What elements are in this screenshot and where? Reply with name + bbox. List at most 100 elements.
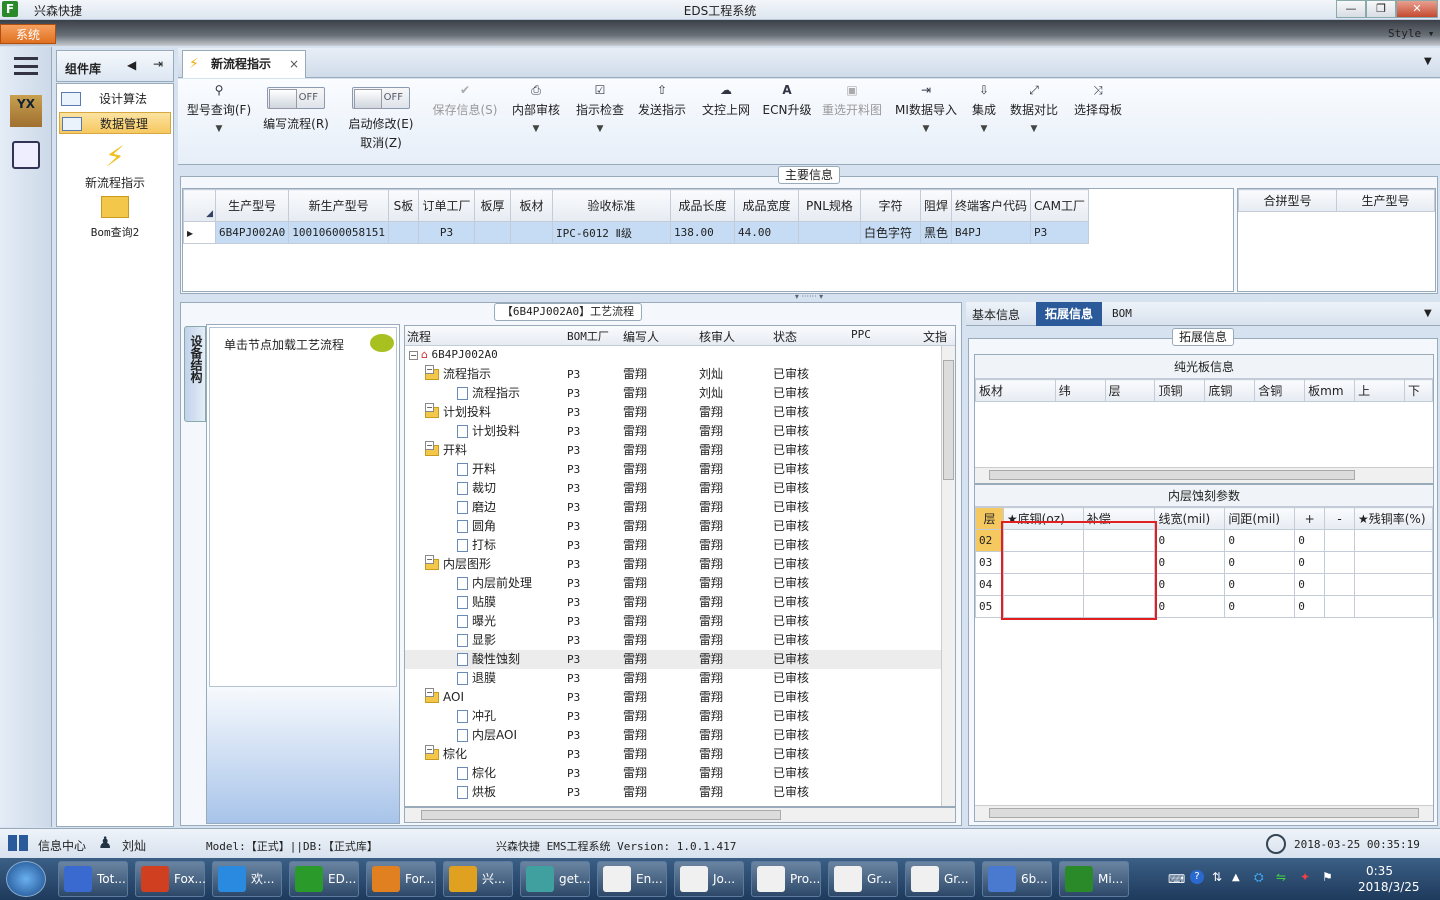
cell-reviewer[interactable]: 雷翔 bbox=[699, 441, 723, 460]
doc-control-online-button[interactable]: ☁ 文控上网 bbox=[700, 83, 752, 118]
layer-cell[interactable]: 02 bbox=[975, 529, 1004, 552]
cell-writer[interactable]: 雷翔 bbox=[623, 536, 647, 555]
cell-writer[interactable]: 雷翔 bbox=[623, 764, 647, 783]
taskbar-item[interactable]: Mi... bbox=[1059, 861, 1129, 897]
cell-bom[interactable]: P3 bbox=[567, 574, 580, 593]
cell-bom[interactable]: P3 bbox=[567, 650, 580, 669]
taskbar-item[interactable]: 欢... bbox=[212, 861, 282, 897]
tree-row[interactable]: 内层前处理 P3 雷翔 雷翔 已审核 bbox=[405, 574, 945, 593]
cell[interactable]: 0 bbox=[1224, 529, 1296, 552]
column-header[interactable]: 文指 bbox=[923, 328, 947, 345]
cell-reviewer[interactable]: 刘灿 bbox=[699, 384, 723, 403]
table-row[interactable]: ▸ 6B4PJ002A0 10010600058151 P3 IPC-6012 … bbox=[183, 221, 1089, 244]
tree-row[interactable]: − 棕化 P3 雷翔 雷翔 已审核 bbox=[405, 745, 945, 764]
tree-node[interactable]: 圆角 bbox=[443, 517, 496, 536]
tree-node[interactable]: 内层AOI bbox=[443, 726, 517, 745]
tree-node[interactable]: 裁切 bbox=[443, 479, 496, 498]
dropdown-arrow-icon[interactable]: ▼ bbox=[892, 124, 960, 134]
cell-reviewer[interactable]: 雷翔 bbox=[699, 460, 723, 479]
mi-data-import-button[interactable]: ⇥ MI数据导入 ▼ bbox=[892, 83, 960, 134]
column-header[interactable]: PPC bbox=[851, 328, 871, 341]
column-header[interactable]: 底铜 bbox=[1204, 379, 1256, 402]
cell[interactable]: IPC-6012 Ⅱ级 bbox=[551, 221, 671, 244]
tab-device-structure[interactable]: 设备结构 bbox=[184, 326, 206, 422]
cell[interactable]: B4PJ bbox=[950, 221, 1031, 244]
column-header[interactable]: 订单工厂 bbox=[417, 189, 475, 222]
start-button[interactable] bbox=[6, 861, 46, 897]
system-menu[interactable]: 系统 bbox=[0, 24, 56, 44]
tree-row[interactable]: 圆角 P3 雷翔 雷翔 已审核 bbox=[405, 517, 945, 536]
collapse-icon[interactable]: − bbox=[425, 403, 434, 412]
cancel-edit-label[interactable]: 取消(Z) bbox=[344, 134, 418, 151]
column-header[interactable]: ★残铜率(%) bbox=[1353, 507, 1434, 530]
column-header[interactable]: 板厚 bbox=[473, 189, 511, 222]
calculator-icon[interactable] bbox=[12, 141, 40, 169]
minimize-button[interactable]: — bbox=[1336, 0, 1366, 18]
cell-bom[interactable]: P3 bbox=[567, 726, 580, 745]
cell-reviewer[interactable]: 雷翔 bbox=[699, 688, 723, 707]
taskbar-item[interactable]: Gr... bbox=[905, 861, 975, 897]
tree-node[interactable]: 棕化 bbox=[443, 764, 496, 783]
cell[interactable]: 44.00 bbox=[733, 221, 799, 244]
cell[interactable]: 10010600058151 bbox=[288, 221, 389, 244]
scrollbar-thumb[interactable] bbox=[989, 808, 1419, 818]
cell-bom[interactable]: P3 bbox=[567, 707, 580, 726]
cell[interactable] bbox=[1353, 551, 1434, 574]
cell-writer[interactable]: 雷翔 bbox=[623, 365, 647, 384]
tree-node[interactable]: − 计划投料 bbox=[425, 403, 491, 422]
collapse-icon[interactable]: − bbox=[425, 441, 434, 450]
vertical-scrollbar[interactable] bbox=[941, 346, 955, 806]
new-process-item[interactable]: ⚡ 新流程指示 bbox=[57, 140, 173, 191]
cell-bom[interactable]: P3 bbox=[567, 612, 580, 631]
tab-new-process[interactable]: ⚡ 新流程指示 × bbox=[182, 50, 306, 78]
tree-node[interactable]: 退膜 bbox=[443, 669, 496, 688]
cell[interactable]: 0 bbox=[1294, 573, 1326, 596]
cell-bom[interactable]: P3 bbox=[567, 745, 580, 764]
taskbar-item[interactable]: 6b... bbox=[982, 861, 1052, 897]
tree-root[interactable]: − ⌂ 6B4PJ002A0 bbox=[409, 348, 498, 361]
taskbar-item[interactable]: Tot... bbox=[58, 861, 128, 897]
cell-bom[interactable]: P3 bbox=[567, 365, 580, 384]
cell-status[interactable]: 已审核 bbox=[773, 783, 809, 802]
nav-item-design-algorithm[interactable]: 设计算法 bbox=[59, 88, 171, 110]
dropdown-arrow-icon[interactable]: ▼ bbox=[510, 124, 562, 134]
tab-basic-info[interactable]: 基本信息 bbox=[972, 306, 1020, 323]
cell-bom[interactable]: P3 bbox=[567, 517, 580, 536]
maximize-button[interactable]: ❐ bbox=[1366, 0, 1396, 18]
info-center-link[interactable]: 信息中心 bbox=[38, 837, 86, 854]
tree-row[interactable]: 曝光 P3 雷翔 雷翔 已审核 bbox=[405, 612, 945, 631]
cell-bom[interactable]: P3 bbox=[567, 688, 580, 707]
cell[interactable]: 6B4PJ002A0 bbox=[214, 221, 290, 244]
cell-reviewer[interactable]: 雷翔 bbox=[699, 555, 723, 574]
taskbar-item[interactable]: get... bbox=[520, 861, 590, 897]
cell-status[interactable]: 已审核 bbox=[773, 574, 809, 593]
tree-row[interactable]: − AOI P3 雷翔 雷翔 已审核 bbox=[405, 688, 945, 707]
cell-writer[interactable]: 雷翔 bbox=[623, 650, 647, 669]
cell[interactable]: 0 bbox=[1224, 595, 1296, 618]
cell-writer[interactable]: 雷翔 bbox=[623, 726, 647, 745]
cell[interactable] bbox=[1353, 595, 1434, 618]
cell-writer[interactable]: 雷翔 bbox=[623, 384, 647, 403]
cell-reviewer[interactable]: 雷翔 bbox=[699, 422, 723, 441]
cell-bom[interactable]: P3 bbox=[567, 593, 580, 612]
cell[interactable]: 138.00 bbox=[669, 221, 735, 244]
cell[interactable]: 0 bbox=[1224, 551, 1296, 574]
data-compare-button[interactable]: ⤢ 数据对比 ▼ bbox=[1008, 83, 1060, 134]
cell-writer[interactable]: 雷翔 bbox=[623, 498, 647, 517]
cell-writer[interactable]: 雷翔 bbox=[623, 745, 647, 764]
toggle-switch[interactable]: OFF bbox=[352, 87, 410, 109]
dropdown-arrow-icon[interactable]: ▼ bbox=[968, 124, 1000, 134]
hamburger-menu-icon[interactable] bbox=[14, 57, 38, 75]
cell-writer[interactable]: 雷翔 bbox=[623, 707, 647, 726]
pin-panel-icon[interactable]: ⇥ bbox=[153, 57, 163, 71]
tree-row[interactable]: − 流程指示 P3 雷翔 刘灿 已审核 bbox=[405, 365, 945, 384]
tree-row[interactable]: 磨边 P3 雷翔 雷翔 已审核 bbox=[405, 498, 945, 517]
style-menu[interactable]: Style ▾ bbox=[1388, 27, 1434, 40]
cell[interactable]: 0 bbox=[1294, 529, 1326, 552]
cell[interactable]: 0 bbox=[1154, 551, 1226, 574]
collapse-icon[interactable]: − bbox=[425, 688, 434, 697]
column-header[interactable]: 编写人 bbox=[623, 328, 659, 345]
cell[interactable] bbox=[1353, 573, 1434, 596]
tree-row[interactable]: 退膜 P3 雷翔 雷翔 已审核 bbox=[405, 669, 945, 688]
tree-row[interactable]: 打标 P3 雷翔 雷翔 已审核 bbox=[405, 536, 945, 555]
